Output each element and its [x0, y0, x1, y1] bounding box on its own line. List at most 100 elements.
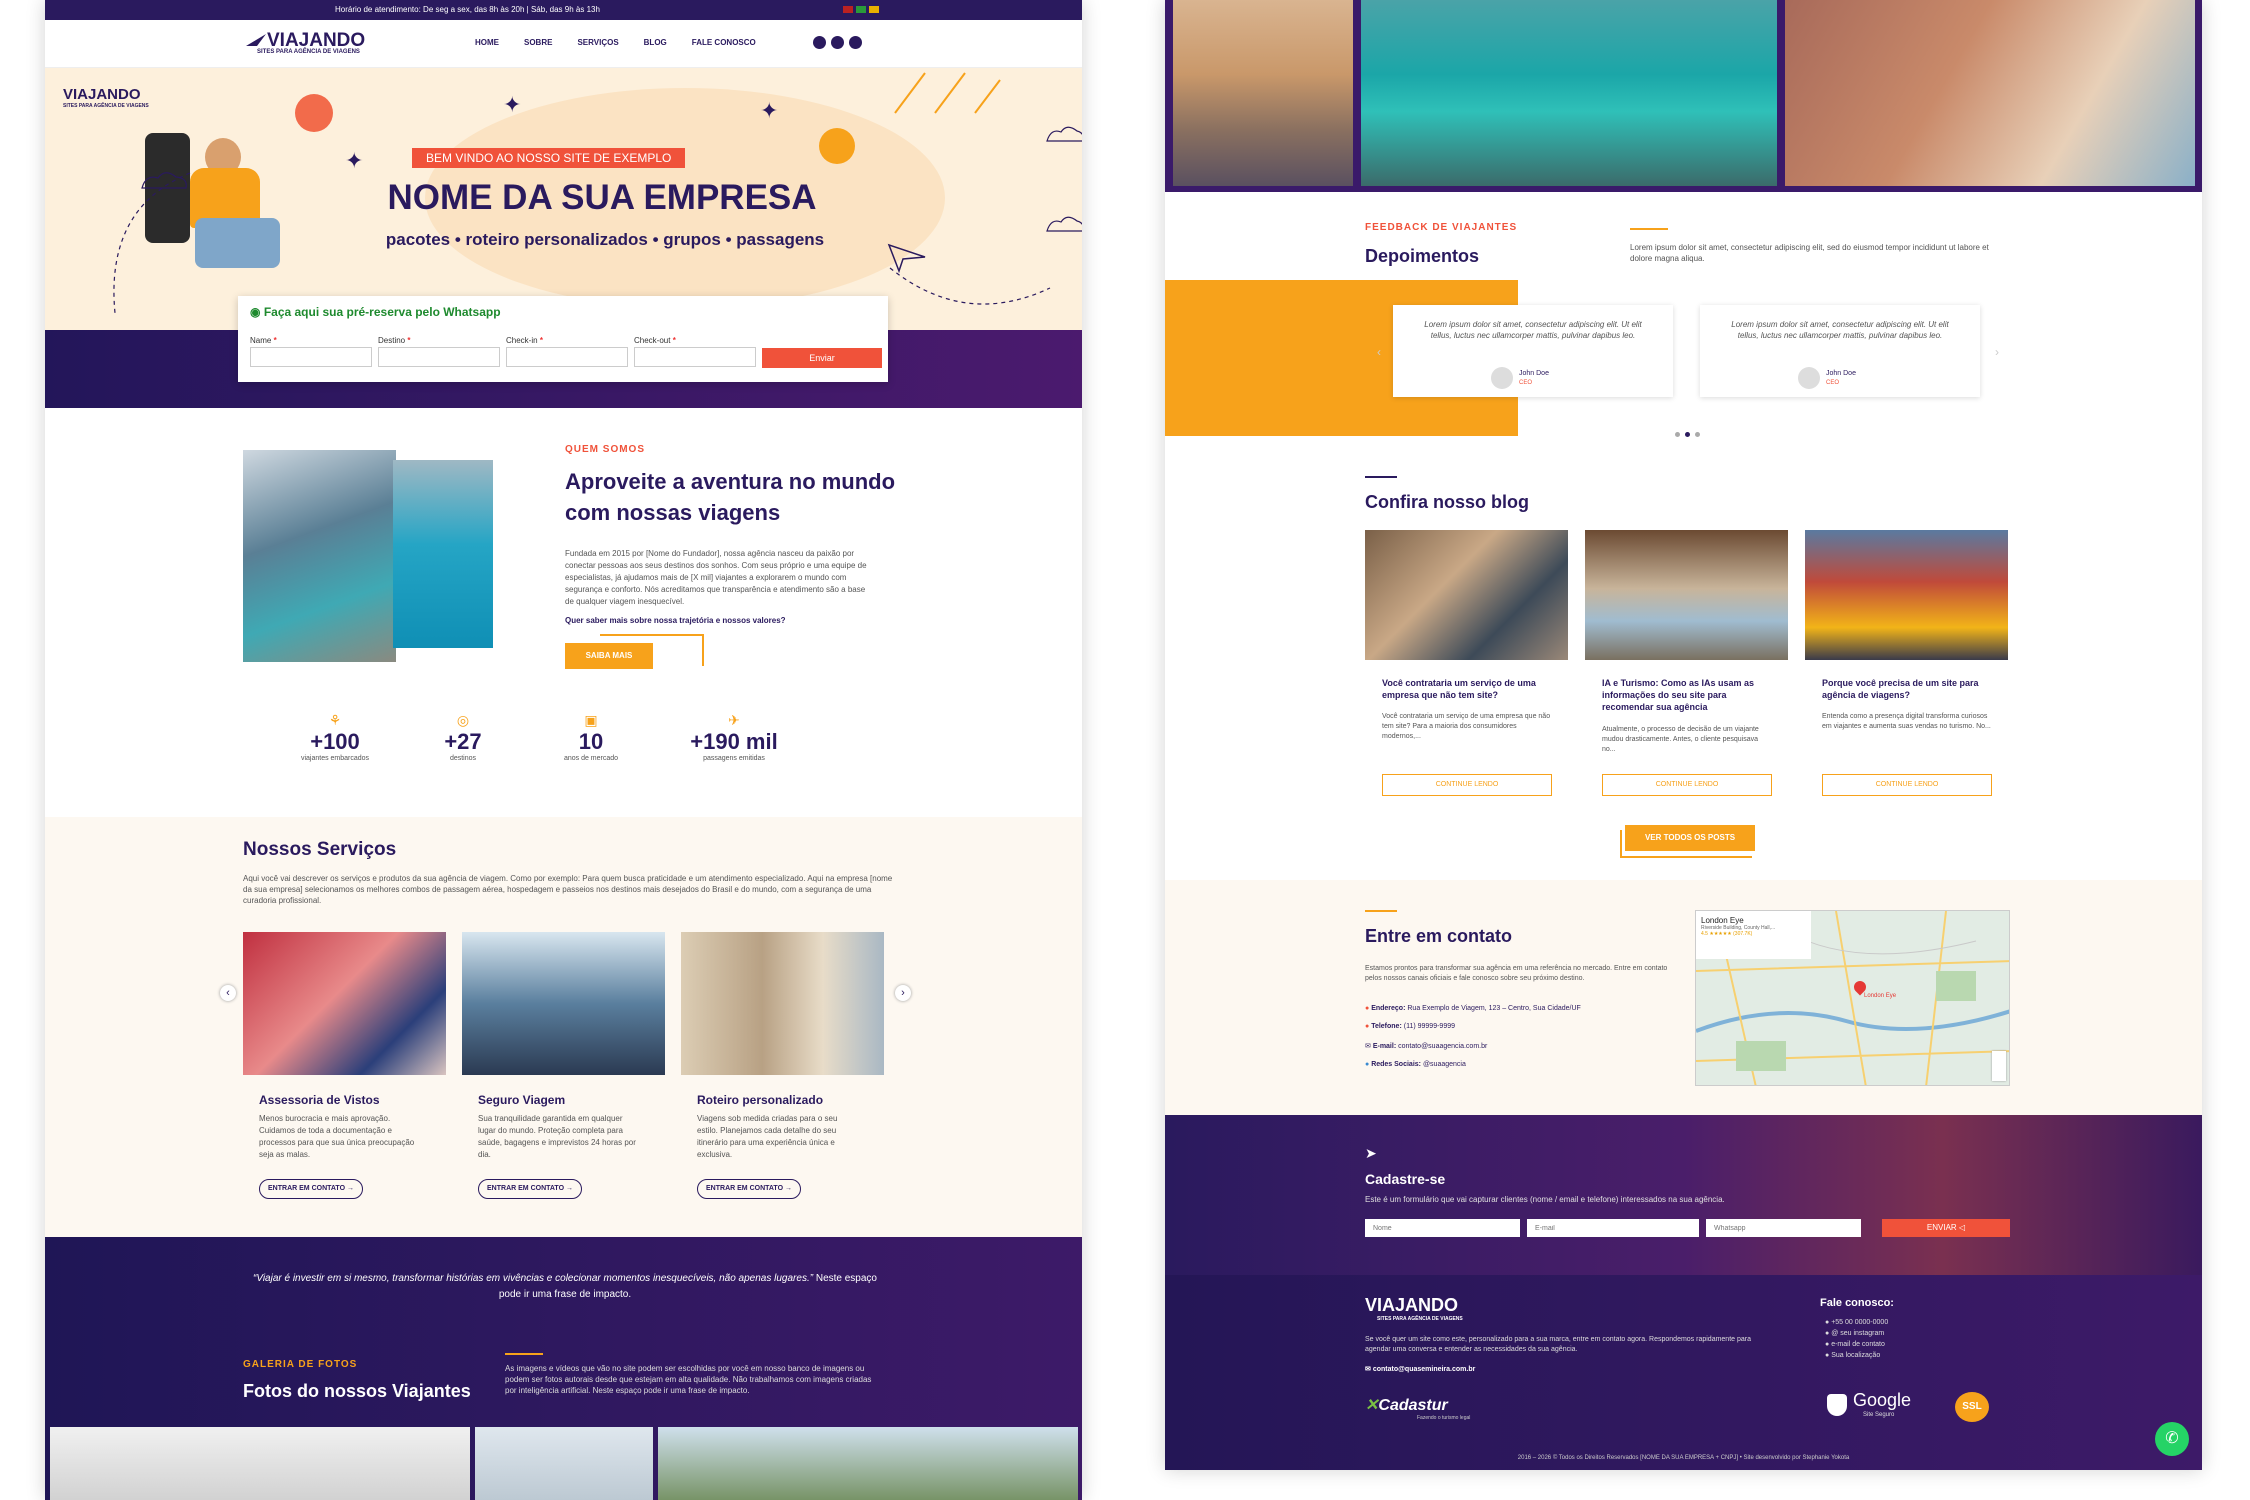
shield-icon: [1827, 1394, 1847, 1416]
gallery-photo-2[interactable]: [475, 1427, 653, 1500]
footer-contact-instagram[interactable]: ● @ seu instagram: [1825, 1328, 1888, 1339]
about-image-sea: [393, 460, 493, 648]
social-icons: [813, 36, 862, 49]
field-name: Name *: [250, 336, 372, 367]
testimonial-name: John Doe: [1826, 370, 1856, 377]
hero-subtitle: pacotes • roteiro personalizados • grupo…: [385, 230, 825, 249]
footer-contact-list: ● +55 00 0000-0000 ● @ seu instagram ● e…: [1825, 1317, 1888, 1361]
flag-es-icon[interactable]: [869, 6, 879, 13]
footer-email-text: contato@quasemineira.com.br: [1372, 1366, 1476, 1373]
map-zoom-control[interactable]: [1992, 1051, 2006, 1081]
carousel-dot[interactable]: [1675, 432, 1680, 437]
whatsapp-icon: ◉: [250, 305, 264, 319]
continue-reading-button[interactable]: CONTINUE LENDO: [1382, 774, 1552, 796]
signup-name-input[interactable]: [1365, 1219, 1520, 1237]
paper-plane-icon: [887, 243, 926, 273]
ssl-badge: SSL: [1955, 1392, 1989, 1422]
field-checkin: Check-in *: [506, 336, 628, 367]
booking-submit-button[interactable]: Enviar: [762, 348, 882, 368]
briefcase-icon: ▣: [584, 712, 598, 728]
testimonials-title: Depoimentos: [1365, 246, 1480, 266]
blog-post-title[interactable]: Você contrataria um serviço de uma empre…: [1382, 677, 1552, 701]
whatsapp-icon[interactable]: [849, 36, 862, 49]
stat-item: ⚘ +100 viajantes embarcados: [275, 712, 395, 762]
all-posts-button[interactable]: VER TODOS OS POSTS: [1625, 825, 1755, 851]
testimonial-prev-button[interactable]: ‹: [1377, 345, 1381, 359]
gallery-text: As imagens e vídeos que vão no site pode…: [505, 1364, 872, 1395]
contact-section: Entre em contato Estamos prontos para tr…: [1165, 880, 2202, 1115]
continue-reading-button[interactable]: CONTINUE LENDO: [1822, 774, 1992, 796]
photo-spanish-steps[interactable]: [1173, 0, 1353, 186]
blog-post-title[interactable]: IA e Turismo: Como as IAs usam as inform…: [1602, 677, 1772, 713]
blog-image[interactable]: [1805, 530, 2008, 660]
hero-title: NOME DA SUA EMPRESA: [387, 178, 817, 217]
business-hours: Horário de atendimento: De seg a sex, da…: [335, 5, 600, 14]
stat-label: passagens emitidas: [703, 755, 765, 762]
whatsapp-float-button[interactable]: ✆: [2155, 1422, 2189, 1456]
photo-lake-friends[interactable]: [1361, 0, 1777, 186]
accent-line: [505, 1353, 543, 1355]
footer-contact-phone[interactable]: ● +55 00 0000-0000: [1825, 1317, 1888, 1328]
contact-button[interactable]: ENTRAR EM CONTATO →: [259, 1179, 363, 1199]
blog-post-title[interactable]: Porque você precisa de um site para agên…: [1822, 677, 1992, 701]
plane-logo-icon: [246, 34, 266, 46]
sparkle-icon: ✦: [503, 92, 522, 117]
name-input[interactable]: [250, 347, 372, 367]
testimonial-next-button[interactable]: ›: [1995, 345, 1999, 359]
blog-image[interactable]: [1365, 530, 1568, 660]
dashed-path: [113, 172, 191, 314]
checkout-input[interactable]: [634, 347, 756, 367]
footer-email[interactable]: ✉ contato@quasemineira.com.br: [1365, 1365, 1475, 1373]
flag-us-icon[interactable]: [843, 6, 853, 13]
nav-sobre[interactable]: SOBRE: [524, 38, 552, 47]
nav-fale-conosco[interactable]: FALE CONOSCO: [692, 38, 756, 47]
social-value[interactable]: @suaagencia: [1423, 1061, 1466, 1068]
nav-blog[interactable]: BLOG: [644, 38, 667, 47]
nav-servicos[interactable]: SERVIÇOS: [577, 38, 618, 47]
continue-reading-button[interactable]: CONTINUE LENDO: [1602, 774, 1772, 796]
testimonial-role: CEO: [1826, 380, 1840, 386]
about-question: Quer saber mais sobre nossa trajetória e…: [565, 616, 786, 625]
destino-input[interactable]: [378, 347, 500, 367]
footer-contact-location[interactable]: ● Sua localização: [1825, 1350, 1888, 1361]
email-label: E-mail:: [1372, 1043, 1397, 1050]
about-tag: QUEM SOMOS: [565, 444, 646, 455]
nav-home[interactable]: HOME: [475, 38, 499, 47]
gallery-tag: GALERIA DE FOTOS: [243, 1359, 358, 1370]
phone-value: (11) 99999-9999: [1403, 1023, 1455, 1030]
carousel-dot[interactable]: [1685, 432, 1690, 437]
gallery-photo-1[interactable]: [50, 1427, 470, 1500]
signup-submit-button[interactable]: ENVIAR ◁: [1882, 1219, 2010, 1237]
cloud-icon: [141, 172, 187, 189]
blog-image[interactable]: [1585, 530, 1788, 660]
signup-title: Cadastre-se: [1365, 1171, 1446, 1187]
footer-contact-email[interactable]: ● e-mail de contato: [1825, 1339, 1888, 1350]
instagram-icon[interactable]: [831, 36, 844, 49]
testimonial-text: Lorem ipsum dolor sit amet, consectetur …: [1731, 320, 1949, 340]
field-checkout: Check-out *: [634, 336, 756, 367]
signup-whatsapp-input[interactable]: [1706, 1219, 1861, 1237]
accent-line: [1365, 910, 1397, 912]
email-value[interactable]: contato@suaagencia.com.br: [1398, 1043, 1487, 1050]
sun-circle-orange: [819, 128, 855, 164]
signup-email-input[interactable]: [1527, 1219, 1699, 1237]
top-info-bar: Horário de atendimento: De seg a sex, da…: [45, 0, 1082, 20]
footer-logo[interactable]: VIAJANDO SITES PARA AGÊNCIA DE VIAGENS: [1365, 1295, 1463, 1322]
facebook-icon[interactable]: [813, 36, 826, 49]
carousel-prev-button[interactable]: ‹: [220, 985, 236, 1001]
contact-button[interactable]: ENTRAR EM CONTATO →: [697, 1179, 801, 1199]
carousel-dot[interactable]: [1695, 432, 1700, 437]
photo-colosseum[interactable]: [1785, 0, 2195, 186]
checkin-input[interactable]: [506, 347, 628, 367]
carousel-next-button[interactable]: ›: [895, 985, 911, 1001]
map-embed[interactable]: London Eye Riverside Building, County Ha…: [1695, 910, 2010, 1086]
gallery-photo-3[interactable]: [658, 1427, 1078, 1500]
contact-button[interactable]: ENTRAR EM CONTATO →: [478, 1179, 582, 1199]
flag-br-icon[interactable]: [856, 6, 866, 13]
saiba-mais-button[interactable]: SAIBA MAIS: [565, 643, 653, 669]
cadastur-sub: Fazendo o turismo legal: [1417, 1415, 1471, 1421]
testimonial-name: John Doe: [1519, 370, 1549, 377]
diagonal-lines: [894, 72, 1001, 114]
google-sub: Site Seguro: [1863, 1412, 1895, 1418]
map-rating: 4.5 ★★★★★ (307.7K): [1701, 931, 1753, 937]
